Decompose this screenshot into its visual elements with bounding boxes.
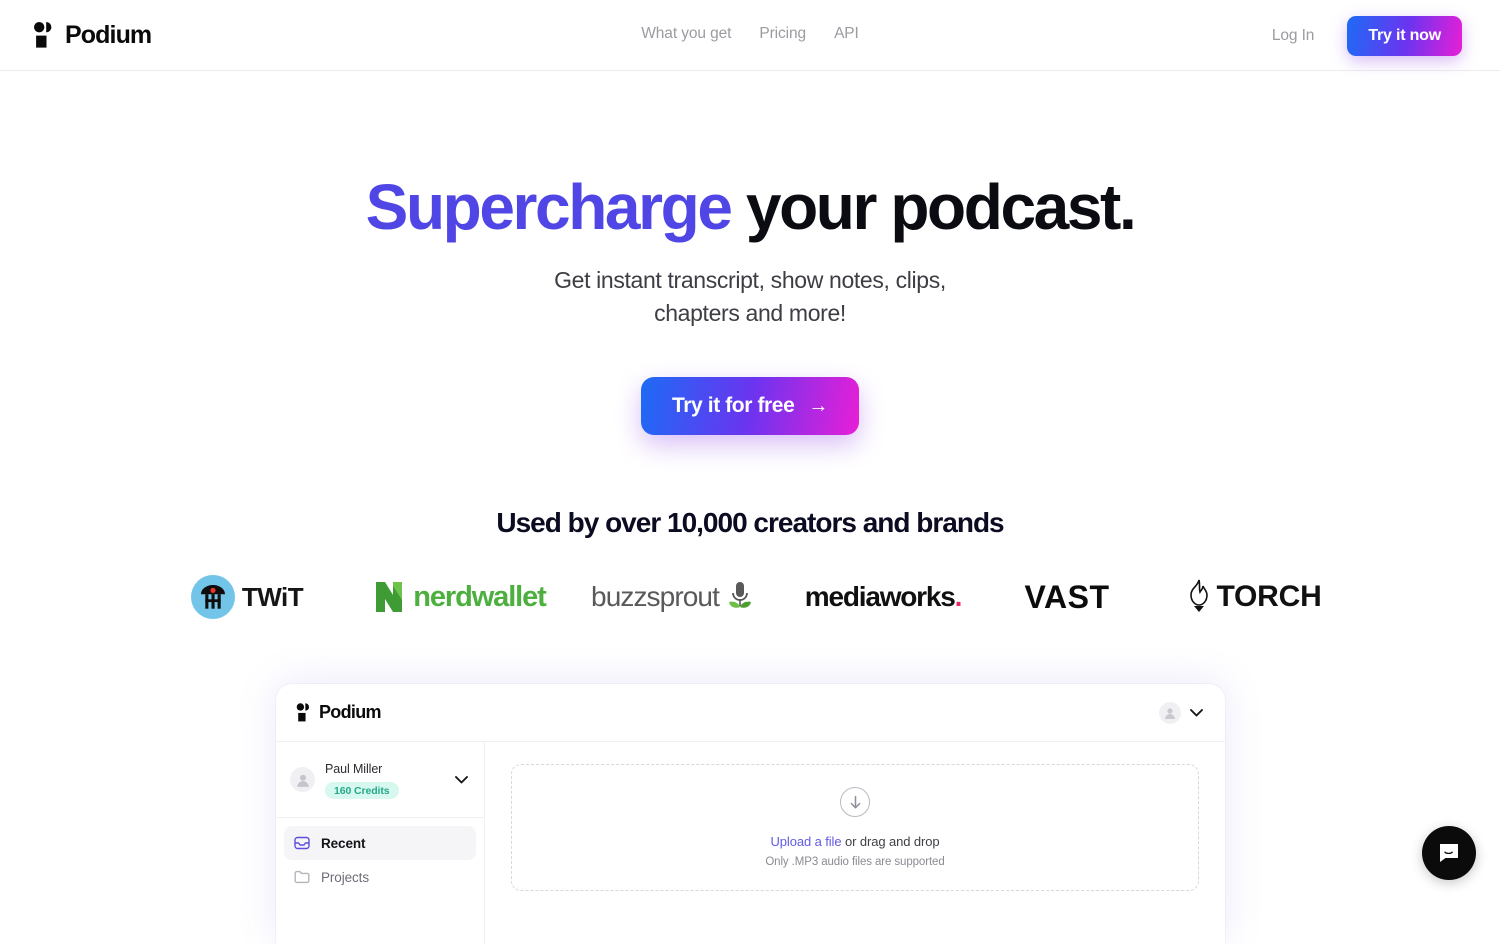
twit-logo-text: TWiT bbox=[242, 582, 303, 613]
nav-link-api[interactable]: API bbox=[834, 25, 859, 43]
header-actions: Log In Try it now bbox=[1272, 16, 1462, 56]
upload-a-file-link[interactable]: Upload a file bbox=[770, 834, 841, 849]
torch-flame-icon bbox=[1184, 578, 1212, 616]
brand-logo-torch: TORCH bbox=[1147, 571, 1359, 623]
arrow-right-icon: → bbox=[808, 396, 828, 416]
social-proof-title: Used by over 10,000 creators and brands bbox=[0, 507, 1500, 539]
twit-icon bbox=[191, 575, 235, 619]
folder-icon bbox=[294, 869, 310, 885]
app-account-menu[interactable] bbox=[1159, 702, 1203, 724]
brand-logo-mediaworks: mediaworks. bbox=[779, 571, 987, 623]
chat-bubble-icon bbox=[1436, 840, 1462, 866]
arrow-down-icon bbox=[848, 795, 863, 810]
user-name: Paul Miller bbox=[325, 762, 382, 776]
file-dropzone[interactable]: Upload a file or drag and drop Only .MP3… bbox=[511, 764, 1199, 891]
log-in-link[interactable]: Log In bbox=[1272, 27, 1315, 45]
brand-logo-vast: VAST bbox=[987, 571, 1147, 623]
brand-logo-row: TWiT nerdwallet buzzsprout mediaworks. bbox=[0, 571, 1500, 623]
avatar bbox=[290, 767, 315, 792]
mediaworks-logo-text: mediaworks. bbox=[805, 581, 961, 613]
hero-section: Supercharge your podcast. Get instant tr… bbox=[0, 71, 1500, 435]
user-icon bbox=[1163, 706, 1177, 720]
dropzone-rest-text: or drag and drop bbox=[841, 834, 939, 849]
app-preview-body: Paul Miller 160 Credits Recent bbox=[276, 742, 1225, 944]
sidebar-item-label: Projects bbox=[321, 870, 369, 885]
headline-rest: your podcast. bbox=[731, 171, 1135, 243]
podium-logo-icon bbox=[33, 22, 57, 48]
nerdwallet-icon bbox=[374, 580, 404, 614]
hero-subtitle-line2: chapters and more! bbox=[654, 300, 846, 326]
try-it-for-free-label: Try it for free bbox=[672, 394, 794, 418]
page-title: Supercharge your podcast. bbox=[0, 173, 1500, 242]
dropzone-primary-text: Upload a file or drag and drop bbox=[770, 834, 939, 849]
intercom-launcher-button[interactable] bbox=[1422, 826, 1476, 880]
dropzone-hint: Only .MP3 audio files are supported bbox=[765, 856, 944, 868]
app-logo-text: Podium bbox=[319, 702, 381, 723]
site-logo[interactable]: Podium bbox=[33, 22, 151, 48]
buzzsprout-logo-text: buzzsprout bbox=[591, 581, 719, 613]
hero-subtitle-line1: Get instant transcript, show notes, clip… bbox=[554, 267, 946, 293]
sidebar-divider bbox=[276, 817, 484, 818]
app-preview-card: Podium bbox=[276, 684, 1225, 944]
mediaworks-dot: . bbox=[955, 581, 962, 612]
sidebar-user-meta: Paul Miller 160 Credits bbox=[325, 760, 445, 799]
avatar bbox=[1159, 702, 1181, 724]
sidebar-user-switcher[interactable]: Paul Miller 160 Credits bbox=[284, 754, 476, 805]
vast-logo-text: VAST bbox=[1025, 579, 1110, 616]
try-it-now-button[interactable]: Try it now bbox=[1347, 16, 1462, 56]
sidebar-item-recent[interactable]: Recent bbox=[284, 826, 476, 860]
buzzsprout-sprout-icon bbox=[725, 580, 755, 614]
credits-badge: 160 Credits bbox=[325, 782, 399, 799]
inbox-icon bbox=[294, 835, 310, 851]
sidebar-item-label: Recent bbox=[321, 836, 365, 851]
hero-subtitle: Get instant transcript, show notes, clip… bbox=[0, 264, 1500, 329]
chevron-down-icon bbox=[1190, 709, 1203, 717]
download-arrow-icon bbox=[840, 787, 870, 817]
app-logo: Podium bbox=[296, 702, 381, 723]
brand-logo-nerdwallet: nerdwallet bbox=[353, 571, 567, 623]
primary-nav: What you get Pricing API bbox=[641, 25, 859, 43]
brand-logo-twit: TWiT bbox=[141, 571, 353, 623]
nav-link-pricing[interactable]: Pricing bbox=[759, 25, 806, 43]
app-sidebar: Paul Miller 160 Credits Recent bbox=[276, 742, 485, 944]
user-icon bbox=[295, 772, 311, 788]
nerdwallet-logo-text: nerdwallet bbox=[413, 581, 545, 614]
chevron-down-icon bbox=[455, 776, 468, 784]
brand-logo-buzzsprout: buzzsprout bbox=[567, 571, 779, 623]
site-header: Podium What you get Pricing API Log In T… bbox=[0, 0, 1500, 71]
torch-logo-text: TORCH bbox=[1216, 580, 1321, 614]
app-main-panel: Upload a file or drag and drop Only .MP3… bbox=[485, 742, 1225, 944]
hero-cta-wrap: Try it for free → bbox=[0, 377, 1500, 435]
try-it-for-free-button[interactable]: Try it for free → bbox=[641, 377, 859, 435]
site-logo-text: Podium bbox=[65, 23, 151, 48]
headline-accent-word: Supercharge bbox=[366, 171, 731, 243]
sidebar-item-projects[interactable]: Projects bbox=[284, 860, 476, 894]
nav-link-what-you-get[interactable]: What you get bbox=[641, 25, 731, 43]
app-preview-header: Podium bbox=[276, 684, 1225, 742]
podium-logo-icon bbox=[296, 703, 313, 722]
mediaworks-word: mediaworks bbox=[805, 581, 955, 612]
